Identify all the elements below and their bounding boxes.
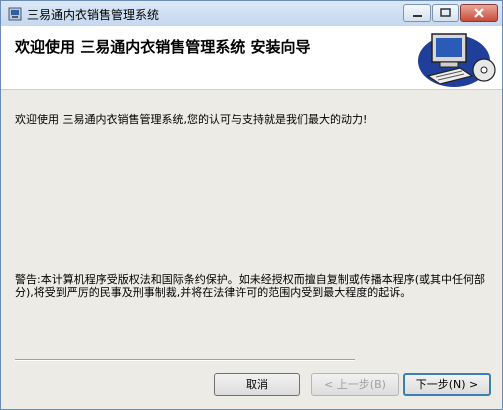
close-button[interactable]	[460, 4, 498, 22]
minimize-button[interactable]	[403, 4, 431, 22]
cancel-button[interactable]: 取消	[214, 373, 300, 396]
header-title: 欢迎使用 三易通内衣销售管理系统 安装向导	[15, 38, 311, 56]
welcome-text: 欢迎使用 三易通内衣销售管理系统,您的认可与支持就是我们最大的动力!	[15, 113, 368, 126]
wizard-header: 欢迎使用 三易通内衣销售管理系统 安装向导	[1, 26, 502, 90]
copyright-warning: 警告:本计算机程序受版权法和国际条约保护。如未经授权而擅自复制或传播本程序(或其…	[15, 273, 485, 299]
computer-cd-icon	[418, 33, 496, 87]
title-bar[interactable]: 三易通内衣销售管理系统	[1, 1, 502, 26]
minimize-icon	[413, 15, 422, 17]
installer-window: 三易通内衣销售管理系统 欢迎使用 三易通内衣销售管理系统 安装向导 欢迎使用 三…	[0, 0, 503, 410]
back-button[interactable]: < 上一步(B)	[311, 373, 399, 396]
maximize-icon	[440, 8, 451, 17]
close-icon	[474, 8, 484, 18]
next-button[interactable]: 下一步(N) >	[403, 373, 491, 396]
button-separator	[15, 359, 355, 361]
maximize-button[interactable]	[432, 4, 459, 22]
app-icon	[8, 7, 22, 21]
window-title: 三易通内衣销售管理系统	[27, 8, 160, 22]
